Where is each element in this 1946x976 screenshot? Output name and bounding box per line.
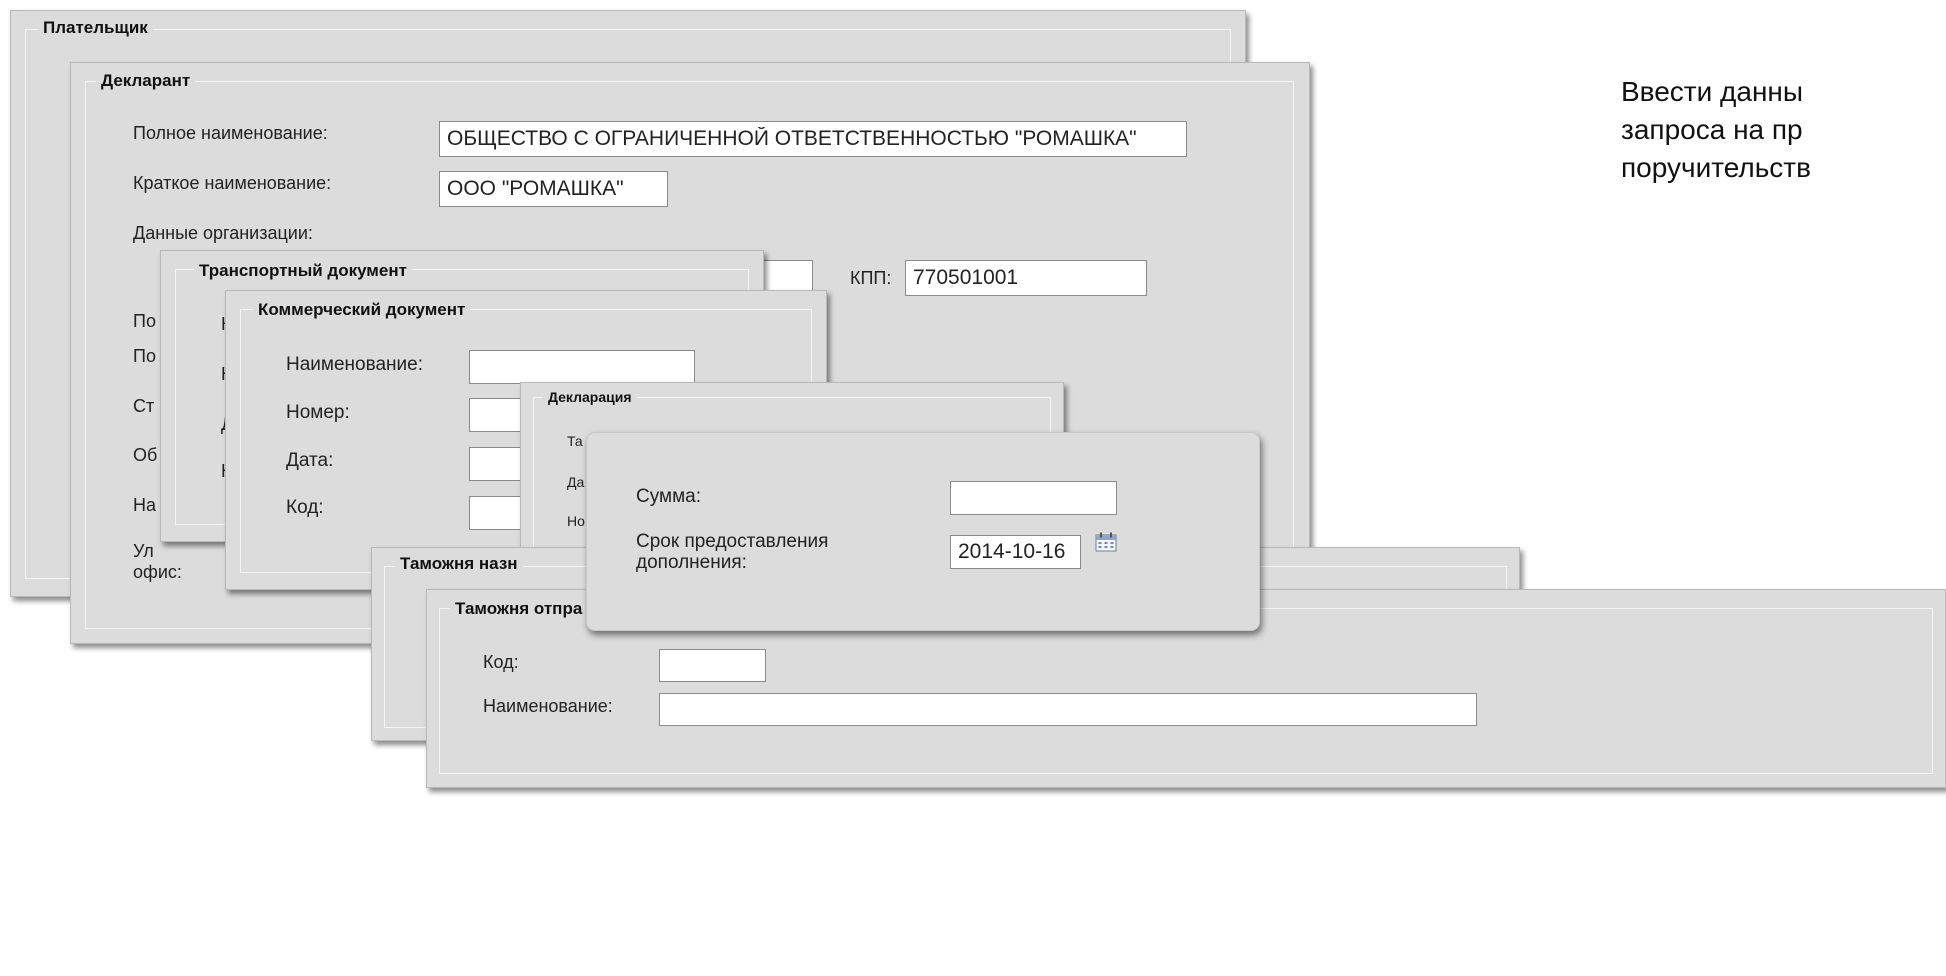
commercial-code-label: Код: — [286, 497, 324, 518]
customs-name-input[interactable] — [659, 693, 1477, 726]
declaration-label-partial-3: Но — [567, 513, 585, 529]
org-data-label: Данные организации: — [133, 223, 313, 243]
kpp-label: КПП: — [850, 268, 892, 288]
address-label-partial: По — [133, 311, 156, 331]
kpp-input[interactable] — [905, 260, 1147, 296]
deadline-date-input[interactable] — [950, 535, 1081, 569]
commercial-name-label: Наименование: — [286, 354, 423, 375]
sum-deadline-dialog: Сумма: Срок предоставления дополнения: — [586, 432, 1260, 631]
deadline-label-line-1: Срок предоставления — [636, 531, 829, 552]
commercial-name-input[interactable] — [469, 350, 695, 384]
customs-departure-title: Таможня отпра — [450, 599, 588, 619]
full-name-input[interactable] — [439, 121, 1187, 157]
full-name-label: Полное наименование: — [133, 123, 328, 143]
declaration-label-partial-2: Да — [567, 474, 585, 490]
region-label-partial: Об — [133, 445, 158, 465]
short-name-input[interactable] — [439, 171, 668, 207]
deadline-label-line-2: дополнения: — [636, 552, 747, 573]
sum-input[interactable] — [950, 481, 1117, 515]
customs-code-label: Код: — [483, 652, 519, 672]
instruction-line-2: запроса на пр — [1621, 114, 1803, 145]
customs-name-label: Наименование: — [483, 696, 613, 716]
declaration-label-partial-1: Та — [567, 433, 583, 449]
payer-title: Плательщик — [38, 18, 153, 38]
country-label-partial: Ст — [133, 396, 155, 416]
sum-label: Сумма: — [636, 486, 701, 507]
commercial-date-label: Дата: — [286, 450, 334, 471]
short-name-label: Краткое наименование: — [133, 173, 332, 193]
instruction-line-1: Ввести данны — [1621, 76, 1804, 107]
commercial-number-label: Номер: — [286, 402, 350, 423]
street-label-partial: Ул — [133, 541, 154, 561]
postal-label-partial: По — [133, 346, 156, 366]
instruction-text: Ввести данны запроса на пр поручительств — [1621, 73, 1811, 187]
customs-destination-title: Таможня назн — [395, 554, 523, 574]
instruction-line-3: поручительств — [1621, 152, 1811, 183]
customs-code-input[interactable] — [659, 649, 766, 682]
declarant-title: Декларант — [96, 71, 196, 91]
commercial-doc-title: Коммерческий документ — [253, 300, 471, 320]
declaration-title: Декларация — [543, 389, 637, 405]
transport-doc-title: Транспортный документ — [194, 261, 412, 281]
city-label-partial: На — [133, 495, 157, 515]
deadline-label: Срок предоставления дополнения: — [636, 531, 828, 573]
calendar-icon[interactable] — [1095, 532, 1117, 552]
office-label: офис: — [133, 562, 182, 582]
